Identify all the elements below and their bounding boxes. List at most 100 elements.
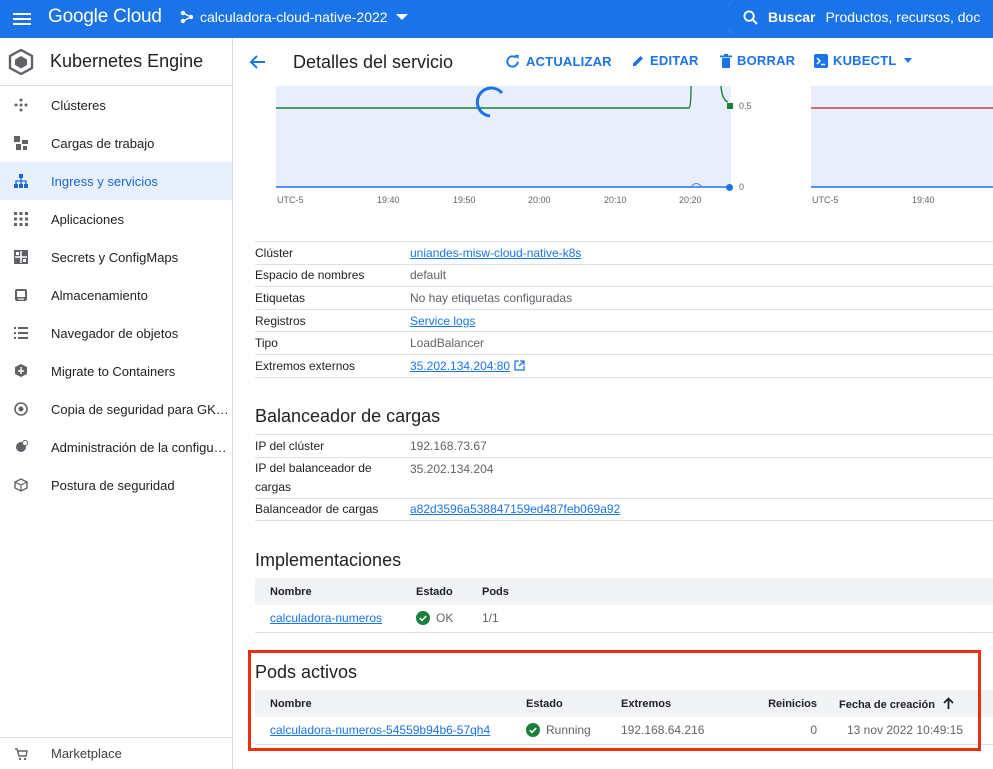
chevron-down-icon	[395, 14, 408, 20]
column-header[interactable]: Nombre	[270, 578, 416, 605]
back-arrow-icon[interactable]	[248, 52, 268, 72]
lb-value: a82d3596a538847159ed487feb069a92	[410, 498, 993, 522]
detail-link[interactable]: uniandes-misw-cloud-native-k8s	[410, 246, 581, 260]
sidebar-item-label: Copia de seguridad para GK…	[51, 401, 229, 417]
sidebar-item-label: Administración de la configu…	[51, 439, 227, 455]
sidebar-item-almacenamiento[interactable]: Almacenamiento	[0, 276, 232, 314]
status-text: OK	[436, 611, 454, 626]
detail-row: Clúster uniandes-misw-cloud-native-k8s	[255, 241, 993, 265]
lb-row: IP del clúster 192.168.73.67	[255, 434, 993, 458]
grid-icon	[14, 250, 28, 264]
search-button[interactable]: Buscar	[729, 1, 824, 33]
sidebar-item-aplicaciones[interactable]: Aplicaciones	[0, 200, 232, 238]
search-input[interactable]	[823, 1, 993, 33]
load-balancer-link[interactable]: a82d3596a538847159ed487feb069a92	[410, 502, 620, 516]
detail-key: Extremos externos	[255, 354, 410, 378]
open-external-icon[interactable]	[510, 359, 525, 373]
sidebar-item-label: Almacenamiento	[51, 287, 148, 303]
detail-row: Etiquetas No hay etiquetas configuradas	[255, 286, 993, 310]
refresh-button[interactable]: ACTUALIZAR	[504, 53, 612, 70]
detail-row: Tipo LoadBalancer	[255, 331, 993, 355]
network-icon	[14, 174, 28, 188]
menu-icon[interactable]	[12, 9, 32, 29]
x-tick-label: UTC-5	[812, 195, 839, 205]
zero-end-marker	[726, 184, 733, 191]
load-balancer-title: Balanceador de cargas	[255, 406, 441, 426]
y-tick-label: 0	[739, 182, 745, 192]
sidebar-item-clústeres[interactable]: Clústeres	[0, 86, 232, 124]
sidebar-title: Kubernetes Engine	[50, 51, 204, 71]
delete-button[interactable]: BORRAR	[720, 53, 795, 68]
sidebar-item-label: Marketplace	[51, 746, 122, 761]
detail-value: default	[410, 264, 993, 288]
list-icon	[14, 326, 28, 340]
sidebar-item-postura-de-seguridad[interactable]: Postura de seguridad	[0, 466, 232, 504]
search-box[interactable]: Buscar	[728, 0, 993, 34]
chart-series-line-2	[720, 86, 729, 103]
detail-value: uniandes-misw-cloud-native-k8s	[410, 241, 993, 265]
x-tick-label: 19:40	[377, 195, 400, 205]
detail-row: Espacio de nombres default	[255, 264, 993, 288]
search-label: Buscar	[768, 9, 816, 25]
column-header[interactable]: Estado	[416, 578, 482, 605]
migrate-icon	[14, 364, 28, 378]
sidebar-item-navegador-de-objetos[interactable]: Navegador de objetos	[0, 314, 232, 352]
storage-icon	[14, 288, 28, 302]
search-icon	[743, 9, 758, 25]
chart2-plot	[811, 107, 993, 188]
project-selector[interactable]: calculadora-cloud-native-2022	[180, 9, 408, 25]
sidebar-item-ingress-y-servicios[interactable]: Ingress y servicios	[0, 162, 232, 200]
y-tick-label: 0.5	[739, 101, 752, 111]
sidebar-item-secrets-y-configmaps[interactable]: Secrets y ConfigMaps	[0, 238, 232, 276]
secondary-chart	[811, 86, 993, 188]
sidebar-item-marketplace[interactable]: Marketplace	[0, 737, 232, 769]
lb-row: IP del balanceador de cargas 35.202.134.…	[255, 457, 993, 499]
backup-icon	[14, 402, 28, 416]
deployment-link[interactable]: calculadora-numeros	[270, 611, 382, 625]
sidebar-item-migrate-to-containers[interactable]: Migrate to Containers	[0, 352, 232, 390]
lb-row: Balanceador de cargas a82d3596a538847159…	[255, 498, 993, 522]
lb-key: Balanceador de cargas	[255, 498, 410, 522]
sidebar-item-label: Secrets y ConfigMaps	[51, 249, 179, 265]
refresh-label: ACTUALIZAR	[526, 54, 612, 69]
x-tick-label: 20:10	[604, 195, 627, 205]
project-icon	[180, 10, 194, 24]
top-bar: Google Cloud calculadora-cloud-native-20…	[0, 0, 993, 38]
detail-value: 35.202.134.204:80	[410, 354, 993, 378]
refresh-icon	[506, 54, 519, 68]
detail-key: Registros	[255, 309, 410, 333]
kubectl-button[interactable]: KUBECTL	[814, 53, 918, 68]
check-circle-icon	[416, 611, 430, 626]
deployments-title: Implementaciones	[255, 550, 402, 570]
page-title: Detalles del servicio	[293, 52, 454, 72]
detail-row: Registros Service logs	[255, 309, 993, 333]
x-tick-label: UTC-5	[277, 195, 304, 205]
x-tick-label: 20:20	[679, 195, 702, 205]
sidebar-item-label: Aplicaciones	[51, 211, 124, 227]
google-cloud-logo[interactable]: Google Cloud	[48, 6, 162, 28]
series-end-marker	[727, 103, 733, 109]
detail-link[interactable]: Service logs	[410, 314, 475, 328]
sidebar-item-administración-de-la-configu[interactable]: Administración de la configu…	[0, 428, 232, 466]
sidebar-item-copia-de-seguridad-para-gk[interactable]: Copia de seguridad para GK…	[0, 390, 232, 428]
deployment-name-cell: calculadora-numeros	[270, 605, 416, 633]
sidebar-item-cargas-de-trabajo[interactable]: Cargas de trabajo	[0, 124, 232, 162]
main-content: 0.5 0 UTC-5 19:40 19:50 20:00 20:10 20:2…	[234, 86, 993, 769]
edit-button[interactable]: EDITAR	[631, 53, 699, 68]
security-icon	[14, 478, 28, 492]
detail-link[interactable]: 35.202.134.204:80	[410, 359, 510, 373]
detail-value: Service logs	[410, 309, 993, 333]
deployment-pods-cell: 1/1	[482, 605, 993, 633]
edit-label: EDITAR	[650, 53, 699, 68]
load-balancer-table: IP del clúster 192.168.73.67 IP del bala…	[255, 434, 993, 522]
detail-value: No hay etiquetas configuradas	[410, 286, 993, 310]
column-header[interactable]: Pods	[482, 578, 993, 605]
delete-icon	[720, 53, 732, 68]
sidebar-item-label: Ingress y servicios	[51, 173, 158, 189]
apps-grid-icon	[14, 212, 28, 226]
detail-key: Tipo	[255, 331, 410, 355]
detail-key: Espacio de nombres	[255, 264, 410, 288]
chart-plot	[276, 86, 731, 188]
workloads-icon	[14, 136, 28, 150]
config-icon	[14, 440, 28, 454]
